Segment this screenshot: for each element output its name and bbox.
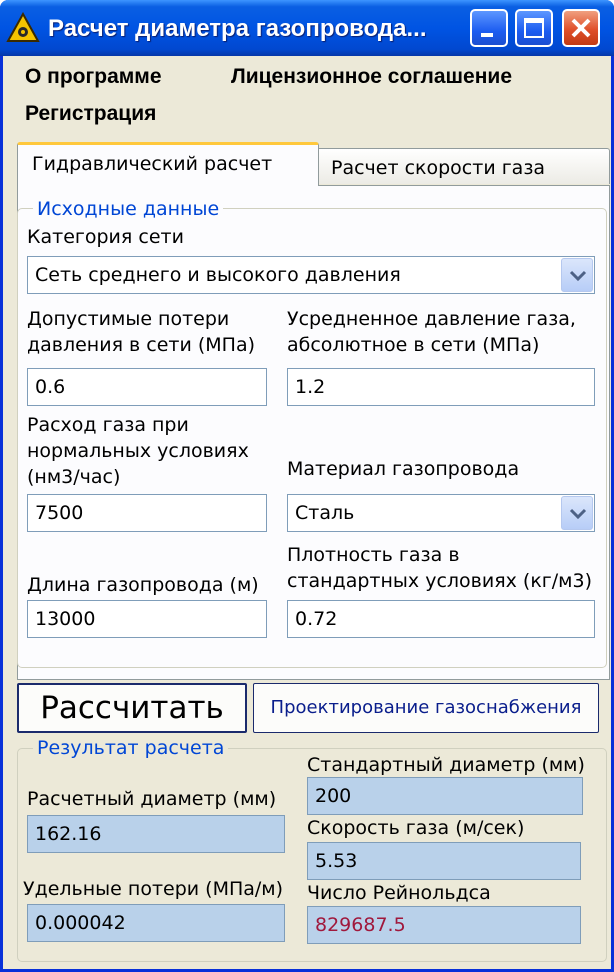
network-category-label: Категория сети [27, 226, 184, 248]
chevron-down-icon [569, 270, 587, 282]
length-label: Длина газопровода (м) [27, 574, 259, 596]
material-label: Материал газопровода [287, 458, 520, 480]
gas-speed-label: Скорость газа (м/сек) [307, 817, 525, 839]
minimize-icon [481, 33, 493, 37]
flow-label-line1: Расход газа при [27, 414, 189, 436]
network-category-select[interactable]: Сеть среднего и высокого давления [27, 256, 595, 294]
flow-input[interactable]: 7500 [27, 494, 267, 532]
maximize-icon [524, 18, 544, 38]
calc-diameter-label: Расчетный диаметр (мм) [27, 788, 277, 810]
avg-pressure-label-line1: Усредненное давление газа, [287, 308, 576, 330]
window-title: Расчет диаметра газопровода... [48, 15, 427, 42]
avg-pressure-label-line2: абсолютное в сети (МПа) [287, 334, 540, 356]
close-icon [571, 18, 591, 38]
avg-pressure-input[interactable]: 1.2 [287, 368, 595, 406]
specific-loss-output[interactable]: 0.000042 [27, 904, 285, 942]
network-category-value: Сеть среднего и высокого давления [35, 264, 401, 286]
menu-item-registration[interactable]: Регистрация [25, 100, 156, 128]
gas-speed-output[interactable]: 5.53 [307, 842, 581, 880]
calc-diameter-output[interactable]: 162.16 [27, 815, 285, 853]
result-group-legend: Результат расчета [33, 736, 229, 760]
tab-speed[interactable]: Расчет скорости газа [316, 148, 610, 184]
material-value: Сталь [295, 502, 355, 524]
material-dropdown-button[interactable] [561, 496, 593, 530]
title-bar[interactable]: Расчет диаметра газопровода... [0, 0, 614, 56]
chevron-down-icon [569, 508, 587, 520]
app-window: Расчет диаметра газопровода... О програм… [0, 0, 614, 972]
close-button[interactable] [562, 9, 600, 47]
menu-item-license[interactable]: Лицензионное соглашение [231, 63, 512, 91]
density-input[interactable]: 0.72 [287, 600, 595, 638]
density-label-line1: Плотность газа в [287, 544, 460, 566]
calculate-button[interactable]: Рассчитать [17, 683, 247, 733]
tab-hydraulic[interactable]: Гидравлический расчет [17, 142, 319, 186]
network-category-dropdown-button[interactable] [561, 258, 593, 292]
reynolds-label: Число Рейнольдса [307, 882, 491, 904]
material-select[interactable]: Сталь [287, 494, 595, 532]
flow-label-line3: (нм3/час) [27, 466, 121, 488]
allowed-loss-label-line1: Допустимые потери [27, 308, 230, 330]
allowed-loss-input[interactable]: 0.6 [27, 368, 267, 406]
flow-label-line2: нормальных условиях [27, 440, 249, 462]
menu-bar: О программе Лицензионное соглашение Реги… [3, 56, 611, 132]
std-diameter-label: Стандартный диаметр (мм) [307, 754, 585, 776]
allowed-loss-label-line2: давления в сети (МПа) [27, 334, 256, 356]
density-label-line2: стандартных условиях (кг/м3) [287, 570, 593, 592]
maximize-button[interactable] [515, 9, 553, 47]
input-group-legend: Исходные данные [33, 197, 224, 221]
menu-item-about[interactable]: О программе [25, 63, 162, 91]
reynolds-output[interactable]: 829687.5 [307, 906, 581, 944]
warning-triangle-icon [6, 11, 40, 44]
length-input[interactable]: 13000 [27, 600, 267, 638]
minimize-button[interactable] [470, 9, 508, 47]
std-diameter-output[interactable]: 200 [307, 777, 583, 815]
specific-loss-label: Удельные потери (МПа/м) [23, 878, 284, 900]
gas-supply-design-button[interactable]: Проектирование газоснабжения [253, 683, 599, 733]
